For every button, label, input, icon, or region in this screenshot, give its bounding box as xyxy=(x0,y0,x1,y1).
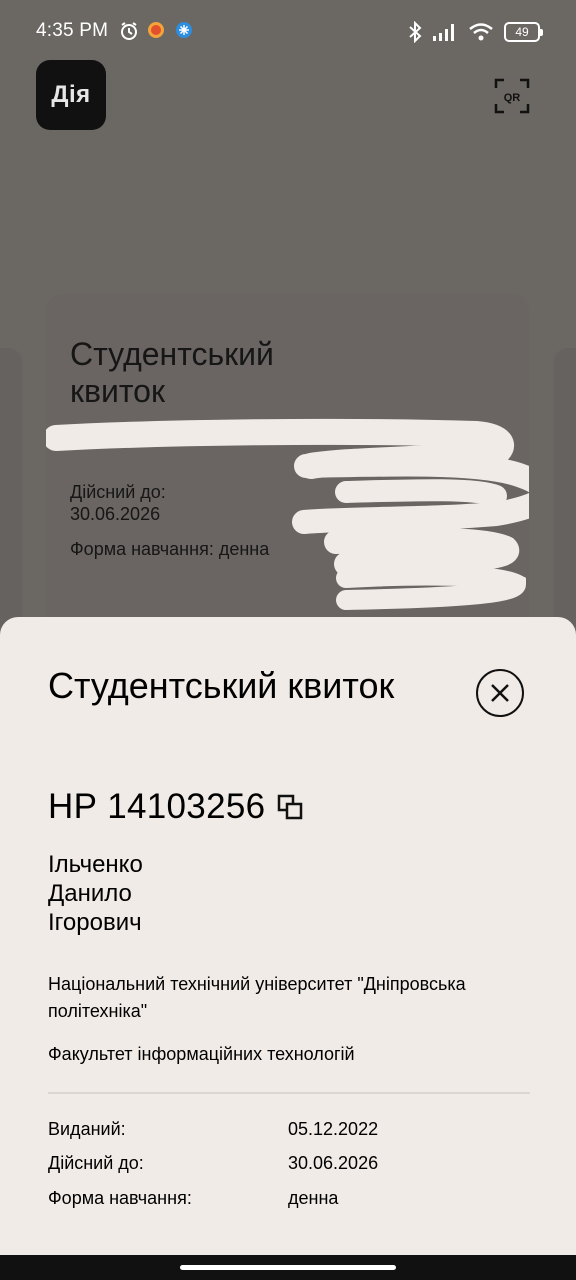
status-right-icons: 49 xyxy=(408,21,543,43)
qr-scan-button[interactable]: QR xyxy=(494,78,530,114)
close-button[interactable] xyxy=(476,669,524,717)
student-name: Ільченко Данило Ігорович xyxy=(48,850,143,937)
home-indicator[interactable] xyxy=(180,1265,396,1270)
details-sheet: Студентський квиток НР 14103256 Ільченко… xyxy=(0,617,576,1280)
university-name: Національний технічний університет "Дніп… xyxy=(48,974,466,1021)
sheet-title: Студентський квиток xyxy=(48,665,395,706)
detail-label: Форма навчання: xyxy=(48,1188,192,1208)
detail-label: Дійсний до: xyxy=(48,1153,144,1173)
copy-icon[interactable] xyxy=(277,794,303,820)
app-notification-icon xyxy=(148,22,164,38)
detail-value: 30.06.2026 xyxy=(288,1153,379,1173)
first-name: Данило xyxy=(48,880,132,907)
divider xyxy=(48,1092,530,1094)
detail-row-valid: Дійсний до: 30.06.2026 xyxy=(48,1153,378,1174)
redaction-scribble xyxy=(46,418,529,610)
detail-value: денна xyxy=(288,1188,339,1208)
prev-card-edge[interactable] xyxy=(0,348,22,628)
wifi-icon xyxy=(469,23,493,41)
detail-row-issued: Виданий: 05.12.2022 xyxy=(48,1119,378,1140)
bluetooth-icon xyxy=(409,21,422,43)
alarm-icon xyxy=(121,22,137,40)
status-bar: 4:35 PM 49 xyxy=(0,0,576,64)
qr-label: QR xyxy=(504,92,521,104)
student-card[interactable]: Студентський квиток Дійсний до: 30.06.20… xyxy=(46,294,529,654)
ticket-number-row: НР 14103256 xyxy=(48,787,303,827)
detail-row-study-form: Форма навчання: денна xyxy=(48,1188,338,1209)
signal-icon xyxy=(433,24,454,41)
battery-level: 49 xyxy=(515,25,529,39)
app-notification-icon-2 xyxy=(176,22,192,38)
detail-label: Виданий: xyxy=(48,1119,126,1139)
app-logo: Дія xyxy=(36,60,106,130)
close-icon xyxy=(491,684,509,702)
detail-value: 05.12.2022 xyxy=(288,1119,379,1139)
last-name: Ільченко xyxy=(48,851,143,878)
patronymic: Ігорович xyxy=(48,909,142,936)
faculty-name: Факультет інформаційних технологій xyxy=(48,1044,355,1064)
status-time: 4:35 PM xyxy=(36,20,109,41)
next-card-edge[interactable] xyxy=(554,348,576,628)
battery-icon: 49 xyxy=(504,22,543,42)
ticket-number: НР 14103256 xyxy=(48,787,266,826)
